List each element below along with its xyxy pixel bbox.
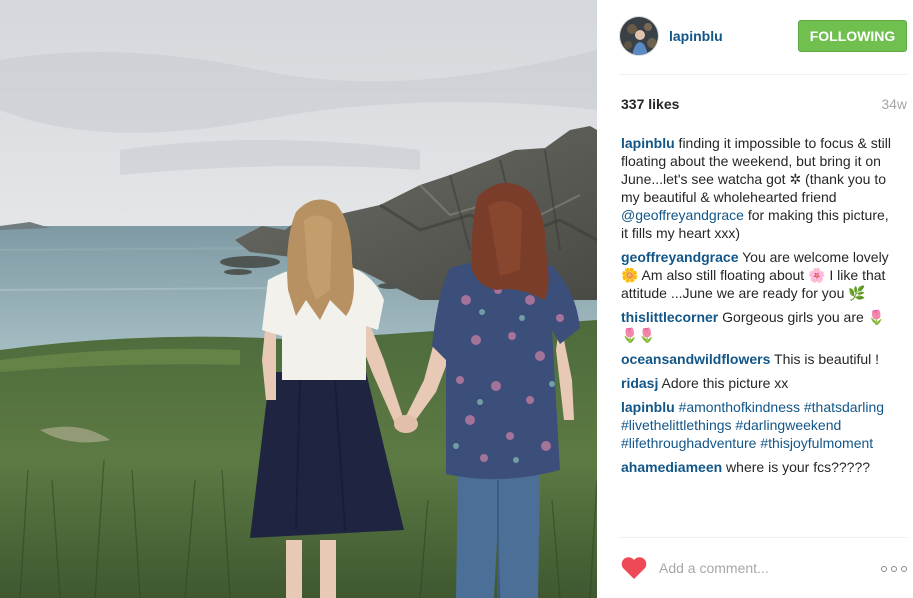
post-header: lapinblu FOLLOWING (619, 16, 907, 58)
comment-username-link[interactable]: oceansandwildflowers (621, 351, 770, 367)
more-options-icon[interactable] (881, 566, 907, 572)
mention-link[interactable]: @geoffreyandgrace (621, 207, 744, 223)
comment-username-link[interactable]: lapinblu (621, 399, 675, 415)
comment-item: thislittlecorner Gorgeous girls you are … (621, 308, 899, 344)
post-stats: 337 likes 34w (619, 96, 907, 116)
comment-username-link[interactable]: thislittlecorner (621, 309, 718, 325)
comment-item: lapinblu finding it impossible to focus … (621, 134, 899, 242)
comment-username-link[interactable]: ahamediameen (621, 459, 722, 475)
header-username-link[interactable]: lapinblu (669, 28, 723, 44)
header-divider (619, 74, 907, 75)
comment-text: This is beautiful ! (770, 351, 880, 367)
comment-item: lapinblu #amonthofkindness #thatsdarling… (621, 398, 899, 452)
comment-username-link[interactable]: lapinblu (621, 135, 675, 151)
post-side-panel: lapinblu FOLLOWING 337 likes 34w lapinbl… (597, 0, 913, 598)
hashtag-link[interactable]: #amonthofkindness (679, 399, 800, 415)
avatar[interactable] (619, 16, 659, 56)
hashtag-link[interactable]: #lifethroughadventure (621, 435, 756, 451)
comment-item: geoffreyandgrace You are welcome lovely … (621, 248, 899, 302)
comment-username-link[interactable]: geoffreyandgrace (621, 249, 738, 265)
likes-count[interactable]: 337 likes (621, 96, 679, 112)
hashtag-link[interactable]: #livethelittlethings (621, 417, 732, 433)
following-button[interactable]: FOLLOWING (798, 20, 907, 52)
comment-text: Adore this picture xx (658, 375, 789, 391)
post-time[interactable]: 34w (881, 96, 907, 112)
heart-icon[interactable] (621, 556, 647, 580)
comment-username-link[interactable]: ridasj (621, 375, 658, 391)
post-photo[interactable] (0, 0, 597, 598)
comment-text: where is your fcs????? (722, 459, 871, 475)
hashtag-link[interactable]: #darlingweekend (735, 417, 841, 433)
comment-item: oceansandwildflowers This is beautiful ! (621, 350, 899, 368)
hashtag-link[interactable]: #thisjoyfulmoment (760, 435, 873, 451)
comment-item: ridasj Adore this picture xx (621, 374, 899, 392)
comment-item: ahamediameen where is your fcs????? (621, 458, 899, 476)
comment-input[interactable] (659, 554, 859, 582)
comment-bar (619, 537, 907, 598)
hashtag-link[interactable]: #thatsdarling (804, 399, 884, 415)
comments-list[interactable]: lapinblu finding it impossible to focus … (621, 134, 899, 532)
